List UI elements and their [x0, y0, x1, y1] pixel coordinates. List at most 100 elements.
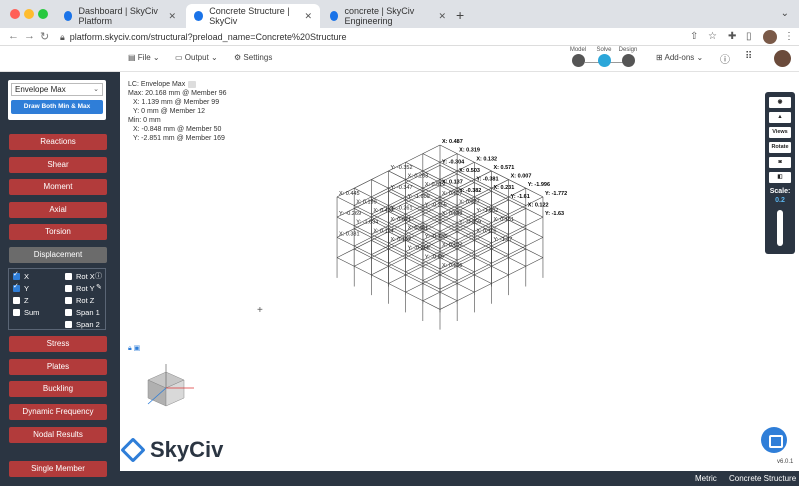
stage-solve[interactable]: Solve	[592, 47, 616, 67]
frame-member[interactable]	[474, 274, 492, 284]
dynamic-frequency-button[interactable]: Dynamic Frequency	[9, 404, 107, 420]
frame-member[interactable]	[354, 257, 372, 267]
reload-icon[interactable]: ↻	[40, 30, 49, 43]
plates-button[interactable]: Plates	[9, 359, 107, 375]
torsion-button[interactable]: Torsion	[9, 224, 107, 240]
displacement-button[interactable]: Displacement	[9, 247, 107, 263]
frame-member[interactable]	[439, 291, 458, 302]
help-icon[interactable]: ⓘ	[720, 51, 730, 66]
frame-member[interactable]	[422, 144, 441, 154]
close-window-button[interactable]	[10, 9, 20, 19]
views-button[interactable]: Views	[769, 127, 791, 138]
frame-member[interactable]	[336, 257, 355, 267]
frame-member[interactable]	[405, 153, 423, 163]
moment-button[interactable]: Moment	[9, 179, 107, 195]
checkbox-sum[interactable]: Sum	[13, 308, 39, 317]
share-icon[interactable]: ⇧	[690, 31, 698, 42]
back-arrow-icon[interactable]: ←	[8, 30, 19, 42]
frame-member[interactable]	[405, 283, 423, 293]
frame-member[interactable]	[525, 216, 544, 226]
single-member-button[interactable]: Single Member	[9, 461, 107, 477]
frame-member[interactable]	[508, 257, 526, 267]
nodal-results-button[interactable]: Nodal Results	[9, 427, 107, 443]
output-menu[interactable]: ▭ Output ⌄	[175, 53, 218, 62]
frame-member[interactable]	[439, 144, 458, 154]
frame-member[interactable]	[491, 265, 509, 276]
url-field[interactable]: 🔒︎ platform.skyciv.com/structural?preload…	[60, 30, 680, 44]
minimize-window-button[interactable]	[24, 9, 34, 19]
browser-tab-concrete-structure[interactable]: Concrete Structure | SkyCiv ✕	[186, 4, 320, 28]
buckling-button[interactable]: Buckling	[9, 381, 107, 397]
frame-member[interactable]	[388, 170, 406, 180]
frame-member[interactable]	[491, 274, 509, 284]
checkbox-rot-x[interactable]: Rot X	[65, 272, 95, 281]
file-menu[interactable]: ▤ File ⌄	[128, 53, 160, 62]
checkbox-x[interactable]: X	[13, 270, 29, 281]
frame-member[interactable]	[371, 170, 389, 180]
user-avatar[interactable]	[774, 50, 791, 67]
checkbox-y[interactable]: Y	[13, 282, 29, 293]
frame-member[interactable]	[457, 283, 475, 293]
close-tab-icon[interactable]: ✕	[438, 11, 446, 22]
frame-member[interactable]	[354, 179, 372, 189]
load-case-toggle-icon[interactable]	[188, 80, 197, 88]
checkbox-rot-z[interactable]: Rot Z	[65, 296, 94, 305]
scale-slider[interactable]	[777, 210, 783, 246]
checkbox-span-2[interactable]: Span 2	[65, 320, 100, 329]
frame-member[interactable]	[525, 237, 544, 247]
browser-tab-concrete-engineering[interactable]: concrete | SkyCiv Engineering ✕	[322, 4, 454, 28]
frame-member[interactable]	[336, 196, 355, 206]
rotate-button[interactable]: Rotate	[769, 142, 791, 153]
browser-menu-icon[interactable]: ⋮	[784, 31, 794, 42]
shear-button[interactable]: Shear	[9, 157, 107, 173]
frame-member[interactable]	[508, 265, 526, 276]
frame-member[interactable]	[336, 216, 355, 226]
reactions-button[interactable]: Reactions	[9, 134, 107, 150]
frame-member[interactable]	[525, 248, 544, 258]
frame-member[interactable]	[354, 265, 372, 276]
maximize-window-button[interactable]	[38, 9, 48, 19]
cube-icon[interactable]: ◧	[769, 172, 791, 183]
frame-member[interactable]	[371, 274, 389, 284]
camera-icon[interactable]: ◙	[769, 157, 791, 168]
chat-support-button[interactable]	[761, 427, 787, 453]
info-icon[interactable]: ⓘ	[95, 271, 102, 281]
envelope-select[interactable]: Envelope Max ⌄	[11, 83, 103, 96]
frame-member[interactable]	[388, 283, 406, 293]
bookmark-star-icon[interactable]: ☆	[708, 31, 717, 42]
model-canvas[interactable]: LC: Envelope Max Max: 20.168 mm @ Member…	[120, 72, 765, 470]
close-tab-icon[interactable]: ✕	[304, 11, 312, 22]
frame-member[interactable]	[336, 237, 355, 247]
addons-menu[interactable]: ⊞ Add-ons ⌄	[656, 53, 703, 62]
extensions-puzzle-icon[interactable]: ✚	[728, 31, 736, 42]
units-indicator[interactable]: Metric	[695, 471, 717, 486]
browser-tab-dashboard[interactable]: Dashboard | SkyCiv Platform ✕	[56, 4, 184, 28]
close-tab-icon[interactable]: ✕	[168, 11, 176, 22]
checkbox-rot-y[interactable]: Rot Y	[65, 284, 95, 293]
frame-member[interactable]	[371, 179, 389, 189]
checkbox-span-1[interactable]: Span 1	[65, 308, 100, 317]
frame-member[interactable]	[439, 300, 458, 310]
settings-menu[interactable]: ⚙ Settings	[234, 53, 272, 62]
frame-member[interactable]	[388, 274, 406, 284]
stress-button[interactable]: Stress	[9, 336, 107, 352]
stage-model[interactable]: Model	[566, 47, 590, 67]
lock-view-icon[interactable]: 🔒︎ ▣	[128, 344, 140, 353]
frame-member[interactable]	[405, 291, 423, 302]
new-tab-button[interactable]: +	[456, 7, 464, 23]
frame-member[interactable]	[422, 291, 441, 302]
stage-design[interactable]: Design	[616, 47, 640, 67]
brush-icon[interactable]: ✎	[96, 283, 102, 291]
draw-both-min-max-button[interactable]: Draw Both Min & Max	[11, 100, 103, 114]
frame-member[interactable]	[525, 257, 544, 267]
checkbox-z[interactable]: Z	[13, 296, 29, 305]
axial-button[interactable]: Axial	[9, 202, 107, 218]
tab-search-chevron-icon[interactable]: ⌄	[781, 8, 789, 19]
mountain-icon[interactable]: ▲	[769, 112, 791, 123]
frame-member[interactable]	[336, 248, 355, 258]
frame-member[interactable]	[525, 228, 544, 238]
eye-icon[interactable]: ◉	[769, 97, 791, 108]
frame-member[interactable]	[422, 300, 441, 310]
frame-member[interactable]	[525, 208, 544, 218]
apps-grid-icon[interactable]: ⠿	[745, 51, 752, 62]
